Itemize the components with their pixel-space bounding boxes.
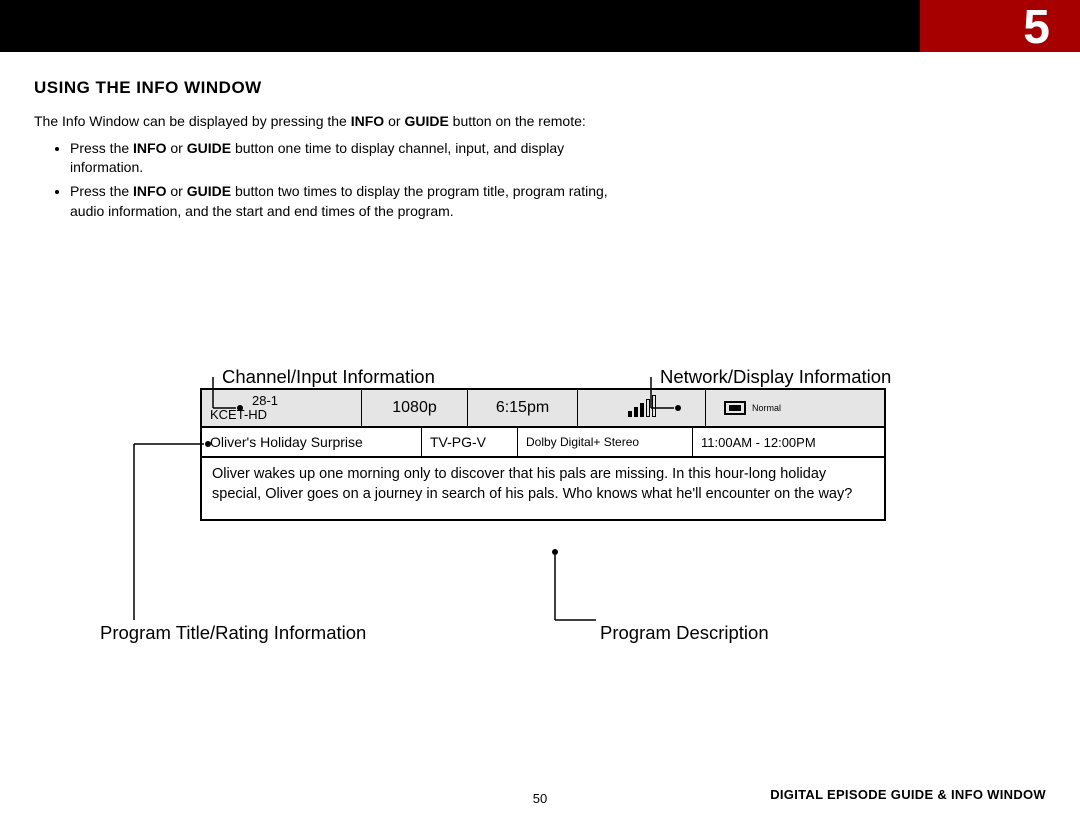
cell-signal xyxy=(578,390,706,426)
intro-text: The Info Window can be displayed by pres… xyxy=(34,112,594,131)
callout-channel-input: Channel/Input Information xyxy=(222,366,435,388)
header-black-bar xyxy=(0,0,920,52)
aspect-icon xyxy=(724,401,746,415)
cell-resolution: 1080p xyxy=(362,390,468,426)
info-window-diagram: 28-1 KCET-HD 1080p 6:15pm Normal Oliver'… xyxy=(200,388,886,521)
cell-rating: TV-PG-V xyxy=(422,428,518,456)
list-item: Press the INFO or GUIDE button two times… xyxy=(70,182,630,221)
info-row-middle: Oliver's Holiday Surprise TV-PG-V Dolby … xyxy=(200,428,886,458)
cell-aspect: Normal xyxy=(706,390,884,426)
list-item: Press the INFO or GUIDE button one time … xyxy=(70,139,630,178)
aspect-label: Normal xyxy=(752,403,781,413)
callout-program-title: Program Title/Rating Information xyxy=(100,622,366,644)
section-heading: USING THE INFO WINDOW xyxy=(34,78,1046,98)
cell-channel: 28-1 KCET-HD xyxy=(202,390,362,426)
chapter-number: 5 xyxy=(1023,0,1050,55)
info-row-description: Oliver wakes up one morning only to disc… xyxy=(200,458,886,521)
channel-name: KCET-HD xyxy=(210,408,353,422)
callout-network-display: Network/Display Information xyxy=(660,366,891,388)
footer-page-number: 50 xyxy=(0,791,1080,806)
cell-audio: Dolby Digital+ Stereo xyxy=(518,428,693,456)
instruction-list: Press the INFO or GUIDE button one time … xyxy=(70,139,630,221)
header-red-bar xyxy=(920,0,1080,52)
signal-icon xyxy=(628,399,656,417)
cell-time: 6:15pm xyxy=(468,390,578,426)
content-area: USING THE INFO WINDOW The Info Window ca… xyxy=(34,78,1046,221)
callout-program-desc: Program Description xyxy=(600,622,769,644)
channel-number: 28-1 xyxy=(210,394,353,408)
cell-schedule: 11:00AM - 12:00PM xyxy=(693,428,884,456)
info-row-top: 28-1 KCET-HD 1080p 6:15pm Normal xyxy=(200,388,886,428)
cell-title: Oliver's Holiday Surprise xyxy=(202,428,422,456)
